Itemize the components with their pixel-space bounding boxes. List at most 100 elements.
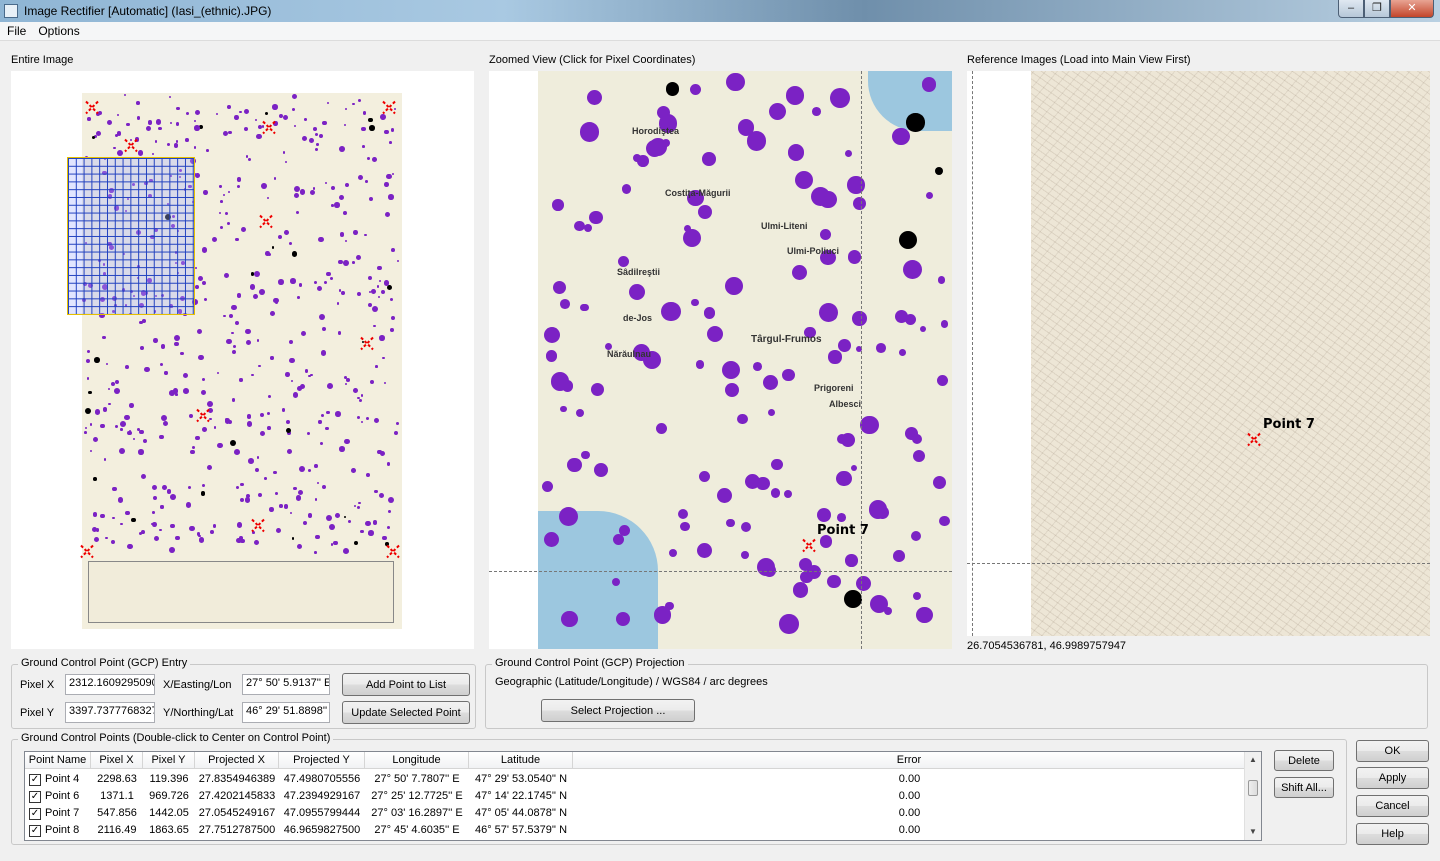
town-label: de-Jos — [623, 313, 653, 323]
ethnic-symbol — [375, 365, 378, 369]
pixel-y-input[interactable]: 3397.73777683278 — [65, 702, 155, 723]
ok-button[interactable]: OK — [1356, 740, 1429, 762]
ethnic-symbol — [792, 264, 808, 280]
ethnic-symbol — [194, 125, 200, 131]
zoom-extent-grid[interactable] — [67, 157, 195, 315]
town-label: Nărăulnau — [607, 349, 652, 359]
ethnic-symbol — [241, 226, 247, 232]
ethnic-symbol — [119, 421, 126, 428]
gcp-marker[interactable] — [383, 101, 396, 114]
ethnic-symbol — [326, 514, 333, 521]
ethnic-symbol — [154, 140, 158, 143]
ethnic-symbol — [245, 339, 251, 345]
cancel-button[interactable]: Cancel — [1356, 795, 1429, 817]
row-checkbox[interactable]: ✓ — [29, 790, 41, 803]
reference-image-view[interactable]: Point 7 — [967, 71, 1430, 636]
ethnic-symbol — [621, 184, 632, 194]
gcp-marker-point7[interactable] — [803, 539, 816, 552]
ethnic-symbol — [125, 364, 129, 369]
shift-all-button[interactable]: Shift All... — [1274, 777, 1334, 798]
ethnic-symbol — [560, 405, 567, 413]
apply-button[interactable]: Apply — [1356, 767, 1429, 789]
ethnic-symbol — [589, 210, 603, 225]
ethnic-symbol — [108, 402, 112, 406]
ethnic-symbol — [236, 522, 243, 528]
row-checkbox[interactable]: ✓ — [29, 807, 41, 820]
gcp-marker[interactable] — [197, 409, 210, 422]
help-button[interactable]: Help — [1356, 823, 1429, 845]
ethnic-symbol — [389, 140, 392, 144]
table-row[interactable]: ✓ Point 4 2298.63 119.396 27.8354946389 47.49… — [25, 771, 1246, 788]
col-projected-y[interactable]: Projected Y — [279, 752, 365, 769]
gcp-marker[interactable] — [387, 545, 400, 558]
ethnic-symbol — [264, 112, 268, 116]
delete-button[interactable]: Delete — [1274, 750, 1334, 771]
table-row[interactable]: ✓ Point 8 2116.49 1863.65 27.7512787500 46.96… — [25, 822, 1246, 839]
gcp-marker-point7[interactable] — [1248, 433, 1261, 446]
entire-image-view[interactable] — [11, 71, 474, 649]
easting-input[interactable]: 27° 50' 5.9137'' E — [242, 674, 330, 695]
ethnic-symbol — [581, 450, 591, 460]
table-row[interactable]: ✓ Point 7 547.856 1442.05 27.0545249167 47.09… — [25, 805, 1246, 822]
ethnic-symbol — [344, 438, 350, 444]
ethnic-symbol — [259, 412, 265, 417]
ethnic-symbol — [133, 437, 136, 440]
ethnic-symbol — [293, 486, 297, 491]
ethnic-symbol — [353, 230, 358, 235]
ethnic-symbol — [273, 177, 277, 180]
gcp-marker[interactable] — [263, 121, 276, 134]
ethnic-symbol — [820, 229, 832, 241]
gcp-marker[interactable] — [86, 101, 99, 114]
zoomed-view[interactable]: Point 7 Târgul-Frumos Horodiştea Costiţa… — [489, 71, 952, 649]
gcp-marker[interactable] — [81, 545, 94, 558]
gcp-table-scrollbar[interactable]: ▲ ▼ — [1244, 752, 1261, 840]
pixel-x-input[interactable]: 2312.16092950902 — [65, 674, 155, 695]
ethnic-symbol — [337, 331, 341, 335]
ethnic-symbol — [364, 233, 367, 237]
gcp-marker[interactable] — [260, 215, 273, 228]
cell-projected-x: 27.0545249167 — [198, 807, 276, 819]
col-longitude[interactable]: Longitude — [365, 752, 469, 769]
ethnic-symbol — [275, 491, 279, 495]
row-checkbox[interactable]: ✓ — [29, 824, 41, 837]
ethnic-symbol — [294, 186, 301, 192]
ethnic-symbol — [616, 611, 630, 626]
ethnic-symbol — [335, 411, 341, 417]
col-latitude[interactable]: Latitude — [469, 752, 573, 769]
maximize-button[interactable]: ❐ — [1364, 0, 1390, 18]
select-projection-button[interactable]: Select Projection ... — [541, 699, 695, 722]
scroll-thumb[interactable] — [1248, 780, 1258, 796]
ethnic-symbol — [661, 138, 670, 148]
northing-input[interactable]: 46° 29' 51.8898'' N — [242, 702, 330, 723]
gcp-table[interactable]: Point Name Pixel X Pixel Y Projected X P… — [24, 751, 1262, 841]
ethnic-symbol — [236, 184, 241, 189]
table-row[interactable]: ✓ Point 6 1371.1 969.726 27.4202145833 47.239… — [25, 788, 1246, 805]
ethnic-symbol — [112, 486, 117, 491]
col-pixel-x[interactable]: Pixel X — [91, 752, 143, 769]
close-button[interactable]: ✕ — [1390, 0, 1434, 18]
ethnic-symbol — [559, 299, 570, 310]
ethnic-symbol — [160, 505, 164, 509]
row-checkbox[interactable]: ✓ — [29, 773, 41, 786]
update-point-button[interactable]: Update Selected Point — [342, 701, 470, 724]
ethnic-symbol — [586, 89, 602, 105]
add-point-button[interactable]: Add Point to List — [342, 673, 470, 696]
ethnic-symbol — [617, 255, 629, 267]
col-point-name[interactable]: Point Name — [25, 752, 91, 769]
col-projected-x[interactable]: Projected X — [195, 752, 279, 769]
col-error[interactable]: Error — [573, 752, 1246, 769]
ethnic-symbol — [902, 260, 922, 280]
gcp-marker[interactable] — [252, 519, 265, 532]
scroll-down-icon[interactable]: ▼ — [1245, 824, 1261, 840]
ethnic-symbol — [919, 326, 926, 333]
ethnic-symbol — [216, 371, 220, 374]
ethnic-symbol — [89, 423, 93, 426]
ethnic-symbol — [334, 202, 340, 208]
gcp-marker[interactable] — [125, 139, 138, 152]
menu-options[interactable]: Options — [32, 24, 85, 38]
menu-file[interactable]: File — [0, 24, 32, 38]
col-pixel-y[interactable]: Pixel Y — [143, 752, 195, 769]
scroll-up-icon[interactable]: ▲ — [1245, 752, 1261, 768]
minimize-button[interactable]: – — [1338, 0, 1364, 18]
gcp-marker[interactable] — [361, 337, 374, 350]
